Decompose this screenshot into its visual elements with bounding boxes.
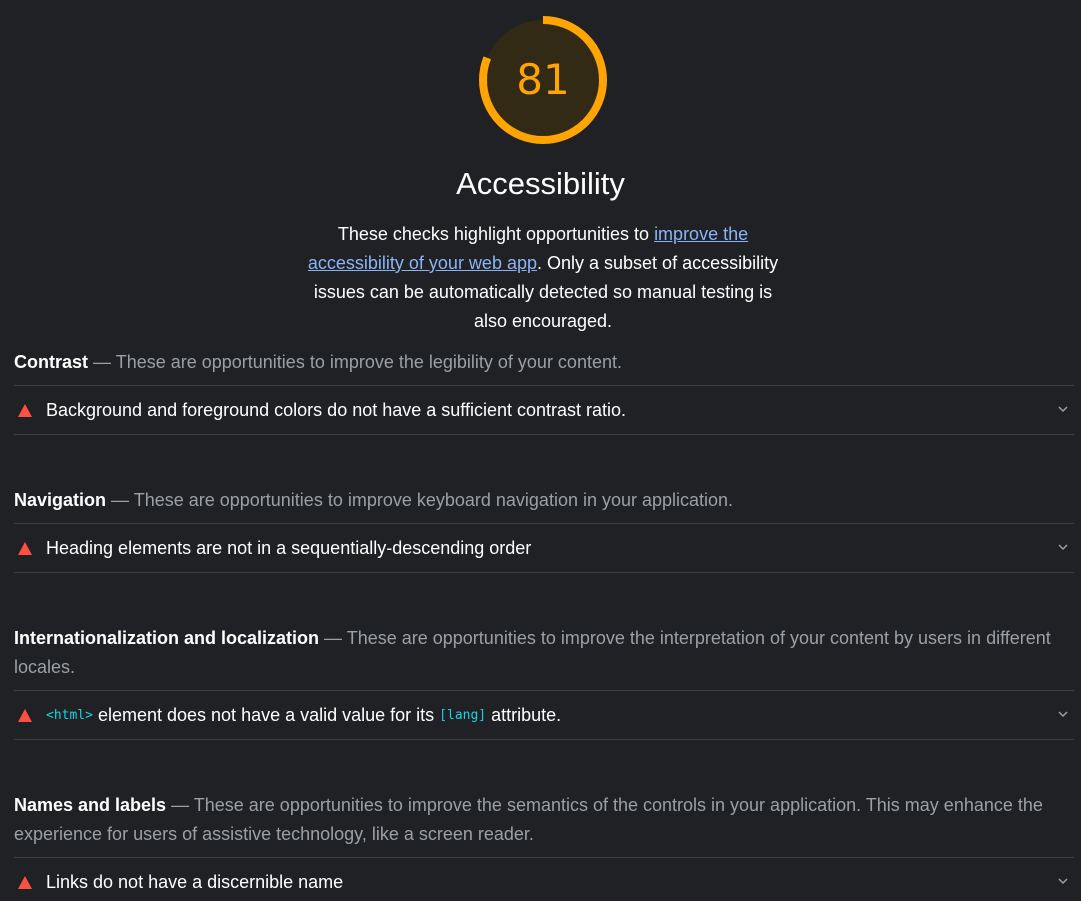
code-lang-attr: [lang]	[439, 707, 487, 723]
group-description: These are opportunities to improve keybo…	[133, 490, 734, 510]
group-contrast: Contrast — These are opportunities to im…	[14, 348, 1074, 435]
group-title: Names and labels	[14, 795, 167, 815]
score-value: 81	[516, 55, 570, 104]
group-header: Internationalization and localization — …	[14, 624, 1074, 690]
chevron-down-icon[interactable]	[1056, 402, 1070, 416]
audit-row[interactable]: Links do not have a discernible name	[14, 857, 1074, 901]
audit-row[interactable]: <html> element does not have a valid val…	[14, 690, 1074, 740]
fail-triangle-icon	[18, 541, 32, 555]
group-description: These are opportunities to improve the l…	[115, 352, 622, 372]
audit-row[interactable]: Heading elements are not in a sequential…	[14, 523, 1074, 573]
fail-triangle-icon	[18, 708, 32, 722]
separator: —	[166, 795, 194, 815]
chevron-down-icon[interactable]	[1056, 874, 1070, 888]
fail-triangle-icon	[18, 875, 32, 889]
group-header: Names and labels — These are opportuniti…	[14, 791, 1074, 857]
audit-title: Links do not have a discernible name	[46, 871, 344, 892]
group-header: Navigation — These are opportunities to …	[14, 486, 1074, 523]
group-title: Internationalization and localization	[14, 628, 320, 648]
separator: —	[88, 352, 116, 372]
group-title: Contrast	[14, 352, 89, 372]
separator: —	[319, 628, 347, 648]
chevron-down-icon[interactable]	[1056, 707, 1070, 721]
group-internationalization: Internationalization and localization — …	[14, 624, 1074, 740]
category-description: These checks highlight opportunities to …	[300, 220, 786, 336]
fail-triangle-icon	[18, 403, 32, 417]
score-gauge: 81	[475, 12, 611, 148]
audit-title: Heading elements are not in a sequential…	[46, 537, 532, 558]
audit-title: Background and foreground colors do not …	[46, 399, 627, 420]
audit-title: element does not have a valid value for …	[97, 704, 435, 725]
audit-title-end: attribute.	[491, 704, 562, 725]
group-navigation: Navigation — These are opportunities to …	[14, 486, 1074, 573]
group-header: Contrast — These are opportunities to im…	[14, 348, 1074, 385]
group-title: Navigation	[14, 490, 107, 510]
category-title: Accessibility	[456, 166, 625, 201]
description-text: These checks highlight opportunities to	[337, 224, 655, 244]
code-html-tag: <html>	[46, 707, 93, 723]
chevron-down-icon[interactable]	[1056, 540, 1070, 554]
separator: —	[106, 490, 134, 510]
group-names-and-labels: Names and labels — These are opportuniti…	[14, 791, 1074, 901]
audit-row[interactable]: Background and foreground colors do not …	[14, 385, 1074, 435]
